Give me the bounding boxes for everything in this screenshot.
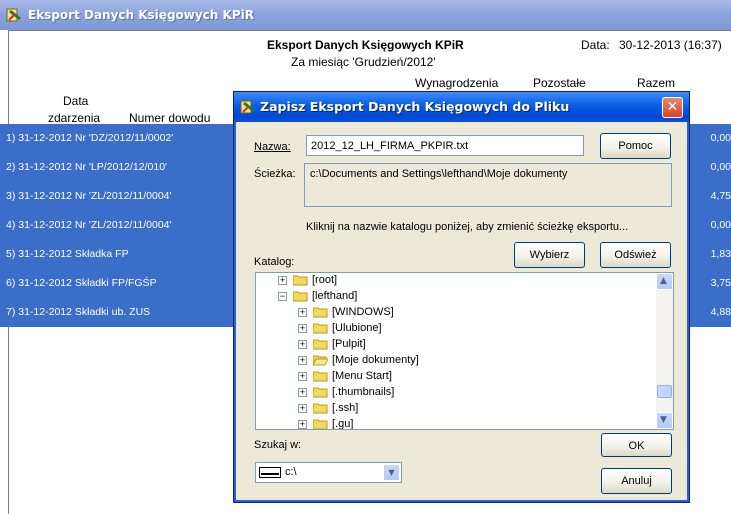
tree-item-ssh[interactable]: + [.ssh] [256, 401, 654, 417]
collapse-icon[interactable]: − [278, 292, 287, 301]
cancel-button[interactable]: Anuluj [601, 468, 672, 494]
row-text: 6) 31-12-2012 Składki FP/FGŚP [6, 277, 157, 289]
path-display: c:\Documents and Settings\lefthand\Moje … [304, 163, 672, 207]
expand-icon[interactable]: + [298, 340, 307, 349]
save-export-dialog: Zapisz Eksport Danych Księgowych do Plik… [233, 91, 690, 503]
open-folder-icon [313, 355, 328, 366]
main-title-bar: Eksport Danych Księgowych KPiR [0, 0, 731, 30]
folder-icon [313, 387, 328, 398]
dropdown-arrow-icon[interactable]: ▼ [383, 464, 400, 481]
scroll-thumb[interactable] [657, 385, 672, 398]
folder-icon [293, 291, 308, 302]
app-icon [6, 8, 21, 22]
tree-item-moje-dokumenty[interactable]: + [Moje dokumenty] [256, 353, 654, 369]
col-data-line2: zdarzenia [48, 111, 101, 125]
tree-item-label: [WINDOWS] [332, 306, 394, 318]
col-wynagrodzenia: Wynagrodzenia [415, 76, 499, 90]
row-text: 4) 31-12-2012 Nr 'ZL/2012/11/0004' [6, 219, 172, 231]
tree-item-menu-start[interactable]: + [Menu Start] [256, 369, 654, 385]
name-label: Nazwa: [254, 141, 291, 153]
tree-item-lefthand[interactable]: − [lefthand] [256, 289, 654, 305]
report-subtitle: Za miesiąc 'Grudzień/2012' [291, 55, 436, 69]
catalog-label: Katalog: [254, 256, 295, 268]
tree-item-label: [.gu] [332, 418, 354, 430]
close-icon: ✕ [666, 99, 679, 115]
expand-icon[interactable]: + [298, 324, 307, 333]
date-value: 30-12-2013 (16:37) [619, 38, 722, 52]
drive-value: c:\ [285, 466, 297, 478]
expand-icon[interactable]: + [298, 404, 307, 413]
expand-icon[interactable]: + [298, 388, 307, 397]
tree-item-label: [root] [312, 274, 338, 286]
search-in-label: Szukaj w: [254, 439, 302, 451]
tree-item-label: [Pulpit] [332, 338, 366, 350]
main-window-title: Eksport Danych Księgowych KPiR [28, 8, 254, 22]
folder-icon [313, 403, 328, 414]
ok-button[interactable]: OK [601, 433, 672, 457]
row-text: 5) 31-12-2012 Składka FP [6, 248, 129, 260]
scroll-down-button[interactable]: ▼ [656, 412, 673, 429]
dialog-title-bar[interactable]: Zapisz Eksport Danych Księgowych do Plik… [234, 92, 689, 122]
app-icon [240, 100, 255, 114]
tree-item-label: [Moje dokumenty] [332, 354, 419, 366]
date-label: Data: [581, 38, 610, 52]
folder-tree[interactable]: + [root] − [lefthand] + [WINDOWS] + [Ulu… [255, 272, 674, 430]
tree-item-thumbnails[interactable]: + [.thumbnails] [256, 385, 654, 401]
help-button-label: Pomoc [618, 140, 653, 152]
expand-icon[interactable]: + [298, 372, 307, 381]
folder-icon [293, 275, 308, 286]
cancel-button-label: Anuluj [621, 475, 652, 487]
tree-item-windows[interactable]: + [WINDOWS] [256, 305, 654, 321]
expand-icon[interactable]: + [298, 420, 307, 429]
select-button-label: Wybierz [529, 249, 570, 261]
scroll-up-button[interactable]: ▲ [656, 273, 673, 290]
tree-item-ulubione[interactable]: + [Ulubione] [256, 321, 654, 337]
tree-item-label: [.thumbnails] [332, 386, 395, 398]
chevron-down-icon: ▼ [660, 415, 667, 425]
tree-item-root[interactable]: + [root] [256, 273, 654, 289]
chevron-up-icon: ▲ [660, 276, 667, 286]
tree-item-label: [Ulubione] [332, 322, 382, 334]
ok-button-label: OK [628, 440, 645, 452]
row-text: 1) 31-12-2012 Nr 'DZ/2012/11/0002' [6, 132, 174, 144]
folder-icon [313, 307, 328, 318]
expand-icon[interactable]: + [278, 276, 287, 285]
row-text: 2) 31-12-2012 Nr 'LP/2012/12/010' [6, 161, 168, 173]
dialog-title: Zapisz Eksport Danych Księgowych do Plik… [260, 99, 570, 114]
folder-icon [313, 323, 328, 334]
row-text: 3) 31-12-2012 Nr 'ZL/2012/11/0004' [6, 190, 172, 202]
folder-icon [313, 419, 328, 429]
col-numer-dowodu: Numer dowodu [129, 111, 211, 125]
tree-item-gu[interactable]: + [.gu] [256, 417, 654, 430]
tree-item-label: [lefthand] [312, 290, 358, 302]
report-title: Eksport Danych Księgowych KPiR [267, 38, 464, 52]
col-pozostale: Pozostałe [533, 76, 586, 90]
drive-select[interactable]: c:\ ▼ [255, 462, 402, 483]
help-button[interactable]: Pomoc [600, 133, 671, 159]
expand-icon[interactable]: + [298, 308, 307, 317]
row-text: 7) 31-12-2012 Składki ub. ZUS [6, 306, 151, 318]
tree-item-label: [.ssh] [332, 402, 359, 414]
refresh-button-label: Odśwież [614, 249, 657, 261]
folder-icon [313, 339, 328, 350]
refresh-button[interactable]: Odśwież [600, 242, 671, 268]
folder-icon [313, 371, 328, 382]
expand-icon[interactable]: + [298, 356, 307, 365]
select-button[interactable]: Wybierz [514, 242, 585, 268]
tree-item-pulpit[interactable]: + [Pulpit] [256, 337, 654, 353]
path-hint: Kliknij na nazwie katalogu poniżej, aby … [306, 221, 629, 233]
path-label: Ścieżka: [254, 168, 296, 180]
tree-scrollbar[interactable]: ▲ ▼ [656, 273, 673, 429]
col-data-line1: Data [63, 94, 89, 108]
col-razem: Razem [637, 76, 676, 90]
path-value: c:\Documents and Settings\lefthand\Moje … [310, 168, 568, 180]
dialog-body: Nazwa: Pomoc Ścieżka: c:\Documents and S… [237, 122, 686, 499]
name-label-text: Nazwa: [254, 141, 291, 153]
drive-icon [259, 467, 281, 478]
tree-item-label: [Menu Start] [332, 370, 392, 382]
close-button[interactable]: ✕ [662, 97, 683, 118]
filename-input[interactable] [306, 135, 584, 156]
